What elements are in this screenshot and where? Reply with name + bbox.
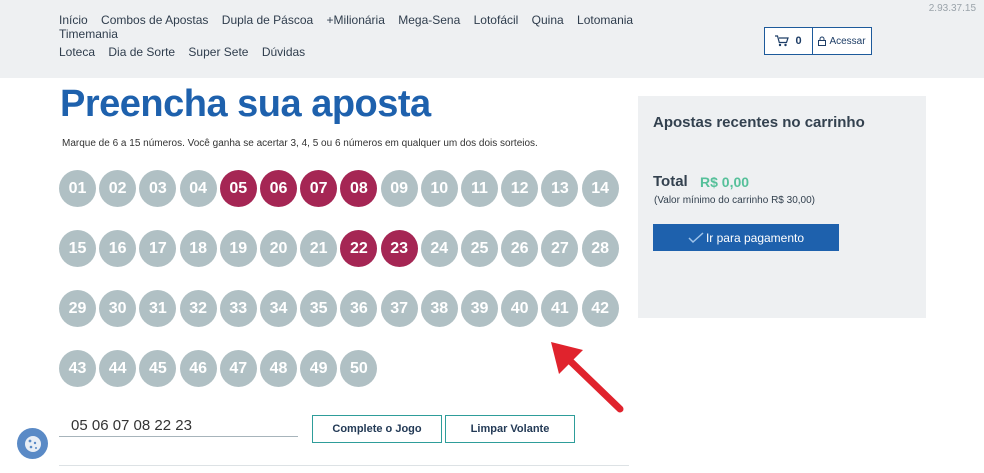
- number-ball-41[interactable]: 41: [541, 290, 579, 327]
- cart-login-group: 0 Acessar: [764, 27, 872, 55]
- number-ball-16[interactable]: 16: [99, 230, 137, 267]
- number-ball-50[interactable]: 50: [340, 350, 378, 387]
- number-ball-10[interactable]: 10: [420, 170, 458, 207]
- number-ball-39[interactable]: 39: [461, 290, 498, 327]
- total-label: Total: [653, 173, 688, 190]
- number-ball-11[interactable]: 11: [461, 170, 498, 207]
- go-to-payment-label: Ir para pagamento: [705, 230, 805, 245]
- number-ball-37[interactable]: 37: [380, 290, 418, 327]
- number-ball-21[interactable]: 21: [300, 230, 338, 267]
- number-ball-38[interactable]: 38: [420, 290, 458, 327]
- number-ball-43[interactable]: 43: [59, 350, 96, 387]
- nav-item-duvidas[interactable]: Dúvidas: [262, 45, 305, 59]
- number-ball-15[interactable]: 15: [59, 230, 96, 267]
- login-label: Acessar: [829, 35, 866, 47]
- number-ball-40[interactable]: 40: [501, 290, 539, 327]
- check-icon: [688, 231, 704, 243]
- minimum-note: (Valor mínimo do carrinho R$ 30,00): [654, 195, 815, 206]
- cart-button[interactable]: 0: [765, 28, 813, 54]
- number-ball-34[interactable]: 34: [260, 290, 297, 327]
- cart-panel: Apostas recentes no carrinho Total R$ 0,…: [638, 96, 926, 318]
- nav-item-milionaria[interactable]: +Milionária: [327, 13, 385, 27]
- nav-row-2: Loteca Dia de Sorte Super Sete Dúvidas: [59, 45, 659, 59]
- number-ball-12[interactable]: 12: [501, 170, 539, 207]
- number-ball-23[interactable]: 23: [380, 230, 418, 267]
- nav-item-lotofacil[interactable]: Lotofácil: [474, 13, 519, 27]
- cart-panel-title: Apostas recentes no carrinho: [653, 114, 865, 131]
- nav-item-dia-de-sorte[interactable]: Dia de Sorte: [108, 45, 175, 59]
- nav-item-super-sete[interactable]: Super Sete: [188, 45, 248, 59]
- number-ball-22[interactable]: 22: [340, 230, 378, 267]
- nav-row-1: Início Combos de Apostas Dupla de Páscoa…: [59, 13, 659, 41]
- number-ball-08[interactable]: 08: [340, 170, 378, 207]
- number-ball-42[interactable]: 42: [581, 290, 619, 327]
- number-ball-35[interactable]: 35: [300, 290, 338, 327]
- nav-item-combos[interactable]: Combos de Apostas: [101, 13, 208, 27]
- go-to-payment-button[interactable]: Ir para pagamento: [653, 224, 839, 251]
- number-ball-14[interactable]: 14: [581, 170, 619, 207]
- number-ball-36[interactable]: 36: [340, 290, 378, 327]
- number-ball-02[interactable]: 02: [99, 170, 137, 207]
- divider: [59, 465, 629, 466]
- cookie-icon: [24, 435, 41, 452]
- number-ball-06[interactable]: 06: [260, 170, 297, 207]
- nav-item-dupla-pascoa[interactable]: Dupla de Páscoa: [222, 13, 313, 27]
- number-ball-07[interactable]: 07: [300, 170, 338, 207]
- version-label: 2.93.37.15: [928, 3, 976, 14]
- number-ball-09[interactable]: 09: [380, 170, 418, 207]
- number-ball-18[interactable]: 18: [179, 230, 217, 267]
- number-ball-05[interactable]: 05: [219, 170, 257, 207]
- number-ball-32[interactable]: 32: [179, 290, 217, 327]
- nav-item-quina[interactable]: Quina: [532, 13, 564, 27]
- number-ball-31[interactable]: 31: [139, 290, 177, 327]
- number-ball-28[interactable]: 28: [581, 230, 619, 267]
- number-ball-01[interactable]: 01: [59, 170, 96, 207]
- selected-numbers-field: 05 06 07 08 22 23: [59, 417, 298, 437]
- nav-item-timemania[interactable]: Timemania: [59, 27, 118, 41]
- number-ball-27[interactable]: 27: [541, 230, 579, 267]
- login-button[interactable]: Acessar: [813, 28, 871, 54]
- total-value: R$ 0,00: [700, 174, 750, 190]
- top-bar: 2.93.37.15 Início Combos de Apostas Dupl…: [0, 0, 984, 78]
- nav-item-loteca[interactable]: Loteca: [59, 45, 95, 59]
- clear-ticket-button[interactable]: Limpar Volante: [445, 415, 575, 443]
- number-ball-30[interactable]: 30: [99, 290, 137, 327]
- cookie-settings-button[interactable]: [17, 428, 48, 459]
- number-ball-29[interactable]: 29: [59, 290, 96, 327]
- number-ball-13[interactable]: 13: [541, 170, 579, 207]
- number-ball-48[interactable]: 48: [260, 350, 297, 387]
- number-ball-47[interactable]: 47: [219, 350, 257, 387]
- complete-game-button[interactable]: Complete o Jogo: [312, 415, 442, 443]
- number-ball-03[interactable]: 03: [139, 170, 177, 207]
- red-arrow-annotation: [551, 342, 624, 413]
- page-title: Preencha sua aposta: [60, 83, 431, 125]
- number-ball-33[interactable]: 33: [219, 290, 257, 327]
- number-ball-17[interactable]: 17: [139, 230, 177, 267]
- instructions-text: Marque de 6 a 15 números. Você ganha se …: [62, 138, 538, 149]
- number-ball-46[interactable]: 46: [179, 350, 217, 387]
- number-ball-24[interactable]: 24: [420, 230, 458, 267]
- nav-item-inicio[interactable]: Início: [59, 13, 88, 27]
- cart-count: 0: [795, 35, 802, 47]
- cart-icon: [775, 35, 790, 47]
- nav-item-mega-sena[interactable]: Mega-Sena: [398, 13, 460, 27]
- nav-item-lotomania[interactable]: Lotomania: [577, 13, 633, 27]
- lock-icon: [818, 36, 827, 46]
- number-ball-04[interactable]: 04: [179, 170, 217, 207]
- number-ball-45[interactable]: 45: [139, 350, 177, 387]
- number-ball-26[interactable]: 26: [501, 230, 539, 267]
- number-ball-19[interactable]: 19: [219, 230, 257, 267]
- number-ball-25[interactable]: 25: [461, 230, 498, 267]
- number-ball-44[interactable]: 44: [99, 350, 137, 387]
- number-ball-49[interactable]: 49: [300, 350, 338, 387]
- number-ball-20[interactable]: 20: [260, 230, 297, 267]
